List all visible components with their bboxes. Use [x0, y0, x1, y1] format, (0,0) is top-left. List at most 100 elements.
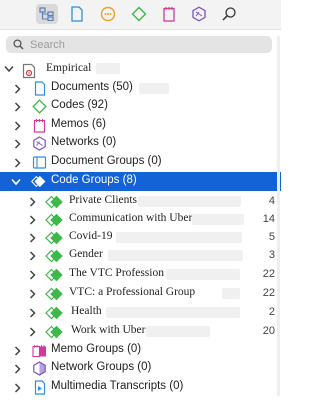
chevron-right-icon[interactable] [27, 269, 37, 280]
code-group-icon [45, 194, 64, 209]
chevron-down-icon[interactable] [11, 176, 21, 187]
code-group-count: 14 [262, 213, 275, 225]
tree-item-codes[interactable]: Codes (92) [0, 97, 281, 116]
project-explorer-icon[interactable] [36, 4, 58, 24]
chevron-right-icon[interactable] [27, 288, 37, 299]
code-group-label: Private Clients [69, 194, 138, 206]
tree-item-network-groups[interactable]: Network Groups (0) [0, 359, 281, 378]
redacted-text [116, 232, 242, 243]
chevron-right-icon[interactable] [12, 138, 22, 149]
chevron-down-icon[interactable] [4, 63, 14, 74]
code-group-count: 22 [262, 268, 275, 280]
code-group-icon [45, 305, 64, 320]
code-group-label: Health [71, 305, 102, 317]
tree-item-label: Documents (50) [51, 81, 133, 93]
code-group-count: 4 [268, 195, 275, 207]
tree-item-networks[interactable]: Networks (0) [0, 134, 281, 153]
code-group-count: 20 [262, 325, 275, 337]
tree-item-multimedia-transcripts[interactable]: Multimedia Transcripts (0) [0, 378, 281, 397]
tree-item-label: Codes (92) [51, 99, 108, 111]
tree-item-memo-groups[interactable]: Memo Groups (0) [0, 341, 281, 360]
tree-item-code-groups[interactable]: Code Groups (8) [0, 172, 281, 191]
code-group-label: Communication with Uber [69, 212, 193, 224]
document-group-icon [32, 155, 47, 170]
redacted-text [166, 269, 240, 280]
code-group-icon [45, 267, 64, 282]
code-group-label: Work with Uber [71, 324, 146, 336]
chevron-right-icon[interactable] [27, 250, 37, 261]
multimedia-transcript-icon [32, 380, 47, 395]
code-group-row[interactable]: Health 2 [0, 303, 281, 322]
redacted-text [139, 83, 169, 94]
code-group-row[interactable]: Covid-19 5 [0, 228, 281, 247]
tree-item-label: Multimedia Transcripts (0) [51, 380, 184, 392]
code-icon [32, 99, 47, 114]
chevron-right-icon[interactable] [27, 214, 37, 225]
code-group-row[interactable]: Work with Uber 20 [0, 322, 281, 341]
redacted-text [192, 214, 244, 225]
code-group-row[interactable]: Private Clients 4 [0, 192, 281, 211]
network-group-icon [32, 361, 47, 376]
search-icon[interactable] [218, 4, 240, 24]
tree-item-memos[interactable]: Memos (6) [0, 116, 281, 135]
redacted-text [138, 196, 241, 207]
search-field[interactable] [6, 36, 272, 53]
tree-item-documents[interactable]: Documents (50) [0, 79, 281, 98]
code-group-icon [45, 212, 64, 227]
chevron-right-icon[interactable] [12, 382, 22, 393]
tree-item-label: Network Groups (0) [51, 361, 152, 373]
code-group-icon [45, 230, 64, 245]
toolbar [0, 0, 281, 30]
network-icon [32, 136, 47, 151]
tree-item-label: Code Groups (8) [51, 174, 137, 186]
code-group-icon [45, 248, 64, 263]
code-group-count: 22 [262, 287, 275, 299]
memo-icon [32, 118, 47, 133]
chevron-right-icon[interactable] [12, 363, 22, 374]
document-icon[interactable] [66, 4, 88, 24]
chevron-right-icon[interactable] [12, 345, 22, 356]
tree-item-label: Networks (0) [51, 136, 117, 148]
chevron-right-icon[interactable] [12, 83, 22, 94]
document-icon [32, 81, 47, 96]
chevron-right-icon[interactable] [27, 326, 37, 337]
project-icon [21, 63, 36, 78]
chevron-right-icon[interactable] [27, 232, 37, 243]
code-group-row[interactable]: VTC: a Professional Group 22 [0, 284, 281, 303]
code-group-label: Covid-19 [69, 230, 113, 242]
tree-root-label: Empirical [46, 62, 92, 74]
code-group-label: The VTC Profession [69, 267, 164, 279]
redacted-text [108, 250, 243, 261]
chevron-right-icon[interactable] [27, 307, 37, 318]
code-group-row[interactable]: Gender 3 [0, 246, 281, 265]
tree-item-document-groups[interactable]: Document Groups (0) [0, 153, 281, 172]
code-group-icon [31, 174, 46, 189]
tree-root-row[interactable]: Empirical [0, 59, 281, 78]
code-group-label: VTC: a Professional Group [69, 286, 196, 298]
code-group-count: 5 [268, 231, 275, 243]
redacted-text [96, 63, 120, 74]
chevron-right-icon[interactable] [27, 196, 37, 207]
code-group-label: Gender [69, 248, 103, 260]
code-group-count: 2 [268, 306, 275, 318]
code-group-icon [45, 286, 64, 301]
chevron-right-icon[interactable] [12, 120, 22, 131]
search-input[interactable] [30, 37, 260, 52]
tree-item-label: Memo Groups (0) [51, 343, 142, 355]
quotation-icon[interactable] [97, 4, 119, 24]
chevron-right-icon[interactable] [12, 157, 22, 168]
code-group-icon [45, 324, 64, 339]
code-icon[interactable] [128, 4, 150, 24]
memo-icon[interactable] [158, 4, 180, 24]
redacted-text [146, 326, 210, 337]
tree-item-label: Memos (6) [51, 118, 106, 130]
code-group-row[interactable]: The VTC Profession 22 [0, 265, 281, 284]
search-icon [13, 39, 24, 53]
redacted-text [222, 288, 240, 299]
network-icon[interactable] [188, 4, 210, 24]
code-group-count: 3 [268, 249, 275, 261]
code-group-row[interactable]: Communication with Uber 14 [0, 210, 281, 229]
scrollbar[interactable] [277, 36, 280, 396]
redacted-text [106, 307, 240, 318]
chevron-right-icon[interactable] [12, 101, 22, 112]
